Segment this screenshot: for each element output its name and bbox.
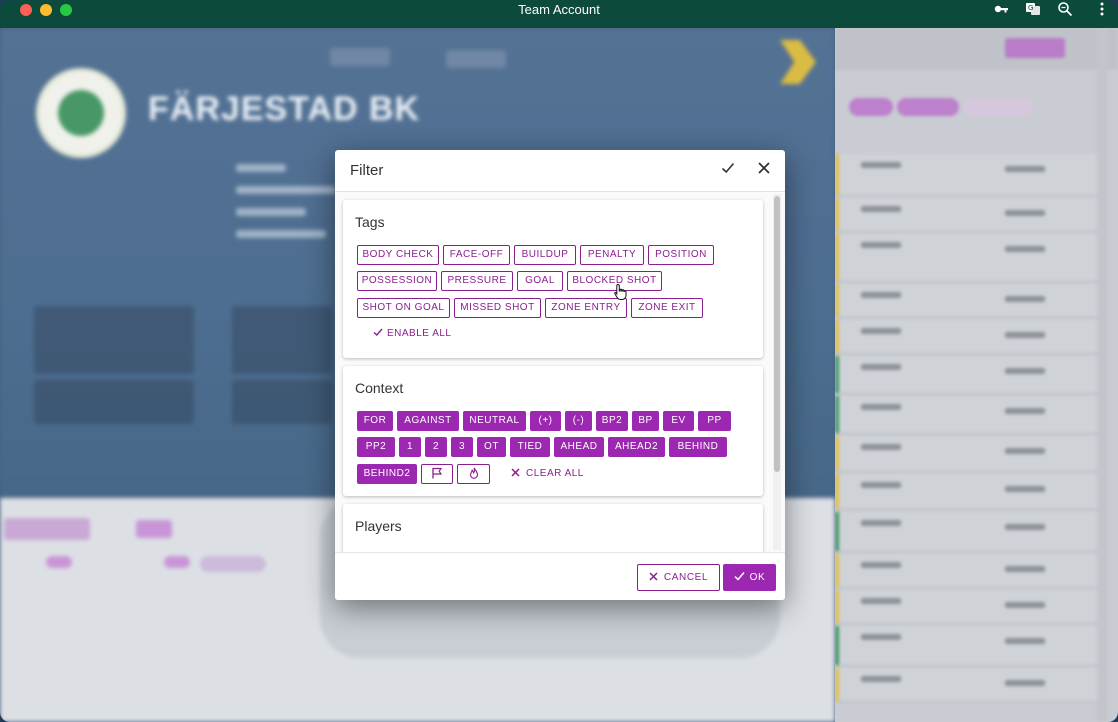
tag-chip-zone-exit[interactable]: ZONE EXIT — [631, 298, 703, 318]
context-chip-ev[interactable]: EV — [663, 411, 694, 431]
context-chip-pp2[interactable]: PP2 — [357, 437, 395, 457]
context-chip-period-1[interactable]: 1 — [399, 437, 421, 457]
context-chip-plus[interactable]: (+) — [530, 411, 561, 431]
context-chip-flame[interactable] — [457, 464, 490, 484]
context-chip-for[interactable]: FOR — [357, 411, 393, 431]
context-chip-bp2[interactable]: BP2 — [596, 411, 628, 431]
ghost-button — [1005, 38, 1065, 58]
dialog-scroll-thumb[interactable] — [774, 196, 780, 472]
dialog-header: Filter — [335, 150, 785, 192]
context-chip-pp[interactable]: PP — [698, 411, 731, 431]
context-section-title: Context — [355, 380, 404, 396]
context-chip-against[interactable]: AGAINST — [397, 411, 459, 431]
app-window: Team Account G FÄRJESTAD BK Filter Tags … — [0, 0, 1118, 722]
more-vert-icon[interactable] — [1092, 1, 1112, 19]
tag-chip-buildup[interactable]: BUILDUP — [514, 245, 576, 265]
context-section: Context FOR AGAINST NEUTRAL (+) (-) BP2 … — [343, 366, 763, 496]
context-chip-neutral[interactable]: NEUTRAL — [463, 411, 526, 431]
context-chip-minus[interactable]: (-) — [565, 411, 592, 431]
cancel-label: CANCEL — [663, 572, 709, 583]
enable-all-label: ENABLE ALL — [387, 328, 452, 339]
title-bar: Team Account G — [0, 0, 1118, 28]
close-icon — [511, 468, 520, 477]
clear-all-label: CLEAR ALL — [526, 468, 584, 479]
zoom-icon[interactable] — [1055, 1, 1075, 19]
context-chip-behind[interactable]: BEHIND — [669, 437, 727, 457]
tags-section: Tags BODY CHECK FACE-OFF BUILDUP PENALTY… — [343, 200, 763, 358]
dialog-footer: CANCEL OK — [335, 552, 785, 600]
check-icon — [721, 162, 735, 174]
panel-scrollbar — [1097, 28, 1107, 722]
tag-chip-pressure[interactable]: PRESSURE — [441, 271, 513, 291]
players-section: Players — [343, 504, 763, 552]
check-icon — [373, 328, 383, 336]
context-chip-bp[interactable]: BP — [632, 411, 659, 431]
window-title: Team Account — [518, 2, 600, 17]
context-chip-ahead[interactable]: AHEAD — [554, 437, 604, 457]
ghost-filter-chip — [849, 98, 893, 116]
flag-icon — [432, 467, 443, 479]
dialog-title: Filter — [350, 162, 384, 179]
translate-icon[interactable]: G — [1023, 1, 1043, 19]
ghost-filter-chip — [897, 98, 959, 116]
panel-toolbar — [835, 28, 1118, 70]
dialog-scrollbar[interactable] — [773, 194, 781, 550]
context-chip-behind2[interactable]: BEHIND2 — [357, 464, 417, 484]
cancel-button[interactable]: CANCEL — [637, 564, 720, 591]
tag-chip-goal[interactable]: GOAL — [517, 271, 563, 291]
context-chip-ahead2[interactable]: AHEAD2 — [608, 437, 665, 457]
events-side-panel — [835, 28, 1118, 722]
tag-chip-missed-shot[interactable]: MISSED SHOT — [454, 298, 541, 318]
ok-button[interactable]: OK — [723, 564, 776, 591]
ghost-filter-chip — [963, 98, 1033, 116]
tag-chip-position[interactable]: POSITION — [648, 245, 714, 265]
tag-chip-face-off[interactable]: FACE-OFF — [443, 245, 510, 265]
context-chip-tied[interactable]: TIED — [510, 437, 550, 457]
close-dialog-button[interactable] — [752, 159, 776, 183]
blurred-events-list — [835, 28, 1118, 722]
tag-chip-possession[interactable]: POSSESSION — [357, 271, 437, 291]
tag-chip-penalty[interactable]: PENALTY — [580, 245, 644, 265]
filter-dialog: Filter Tags BODY CHECK FACE-OFF BUILDUP … — [335, 150, 785, 600]
confirm-check-button[interactable] — [716, 159, 740, 183]
players-section-title: Players — [355, 518, 402, 534]
ok-label: OK — [749, 572, 766, 583]
key-icon[interactable] — [991, 1, 1011, 19]
tags-section-title: Tags — [355, 214, 385, 230]
context-chip-period-2[interactable]: 2 — [425, 437, 447, 457]
tag-chip-body-check[interactable]: BODY CHECK — [357, 245, 439, 265]
context-chip-ot[interactable]: OT — [477, 437, 506, 457]
tag-chip-shot-on-goal[interactable]: SHOT ON GOAL — [357, 298, 450, 318]
svg-text:G: G — [1028, 4, 1033, 12]
clear-all-button[interactable]: CLEAR ALL — [511, 464, 584, 484]
dialog-body[interactable]: Tags BODY CHECK FACE-OFF BUILDUP PENALTY… — [335, 192, 785, 552]
context-chip-period-3[interactable]: 3 — [451, 437, 473, 457]
context-chip-flag[interactable] — [421, 464, 453, 484]
close-icon — [758, 162, 770, 174]
pointer-cursor-icon — [613, 283, 629, 301]
flame-icon — [469, 467, 478, 479]
enable-all-button[interactable]: ENABLE ALL — [373, 324, 451, 344]
close-icon — [649, 572, 658, 581]
check-icon — [734, 572, 745, 581]
